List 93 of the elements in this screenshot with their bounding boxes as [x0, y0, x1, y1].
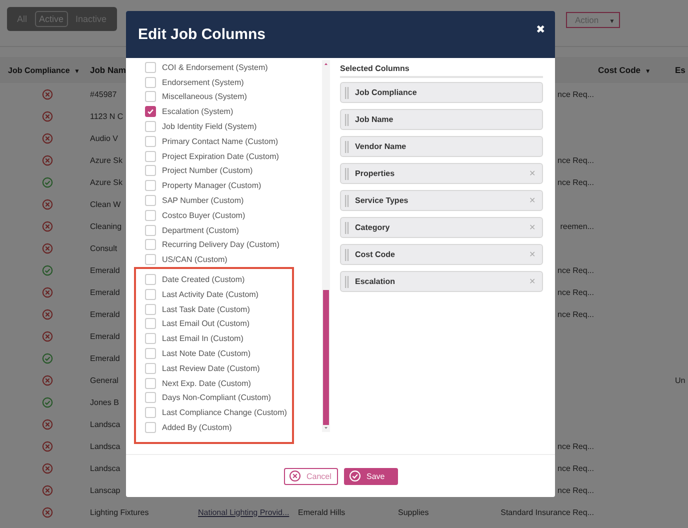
column-option[interactable]: Last Review Date (Custom): [162, 364, 260, 373]
save-button[interactable]: Save: [344, 468, 398, 484]
selected-column[interactable]: Properties ✕: [340, 163, 543, 184]
table-cell: nce Req...: [558, 486, 594, 494]
column-option[interactable]: Project Number (Custom): [162, 166, 253, 176]
column-option[interactable]: Costco Buyer (Custom): [162, 210, 246, 220]
table-cell: Landsca: [90, 420, 120, 428]
column-name: Vendor Name: [355, 142, 408, 151]
column-option[interactable]: Department (Custom): [162, 226, 239, 235]
table-cell: Azure Sk: [90, 178, 122, 186]
selected-column[interactable]: Service Types ✕: [340, 190, 543, 211]
table-cell: Standard Insurance Req...: [500, 508, 594, 516]
column-name: Cost Code: [355, 250, 396, 259]
drag-handle-icon[interactable]: [345, 114, 349, 126]
drag-handle-icon[interactable]: [345, 248, 349, 260]
table-cell: Lighting Fixtures: [90, 508, 149, 516]
table-cell: Un: [675, 376, 686, 384]
dialog-title: Edit Job Columns: [138, 26, 266, 43]
table-cell: #45987: [90, 90, 117, 98]
column-header[interactable]: Es: [670, 65, 688, 75]
table-cell: Clean W: [90, 200, 121, 208]
column-option[interactable]: SAP Number (Custom): [162, 196, 244, 206]
checkbox[interactable]: [145, 106, 156, 118]
column-option[interactable]: Endorsement (System): [162, 78, 244, 87]
table-cell: nce Req...: [558, 178, 594, 186]
table-cell: Landsca: [90, 464, 120, 472]
column-option[interactable]: Date Created (Custom): [162, 275, 245, 284]
column-name: Category: [355, 223, 391, 232]
table-cell: Emerald: [90, 310, 120, 318]
table-cell: nce Req...: [558, 464, 594, 472]
table-cell: Landsca: [90, 442, 120, 450]
table-cell: Supplies: [398, 508, 429, 516]
table-cell: reemen...: [560, 222, 594, 230]
column-option[interactable]: Last Email Out (Custom): [162, 319, 250, 328]
column-name: Properties: [355, 169, 396, 178]
column-option[interactable]: Days Non-Compliant (Custom): [162, 393, 271, 402]
selected-column[interactable]: Vendor Name: [340, 136, 543, 157]
table-cell: Jones B: [90, 398, 119, 406]
section-heading: Selected Columns: [340, 62, 543, 78]
column-option[interactable]: US/CAN (Custom): [162, 255, 228, 264]
table-cell: nce Req...: [558, 156, 594, 164]
column-option[interactable]: Escalation (System): [162, 107, 234, 116]
column-option[interactable]: Property Manager (Custom): [162, 181, 262, 190]
drag-handle-icon[interactable]: [345, 86, 349, 98]
table-cell: Azure Sk: [90, 156, 122, 164]
selected-column[interactable]: Cost Code ✕: [340, 244, 543, 265]
table-cell: Emerald: [90, 266, 120, 274]
column-option[interactable]: Added By (Custom): [162, 423, 232, 432]
column-option[interactable]: Last Task Date (Custom): [162, 304, 250, 314]
column-option[interactable]: Job Identity Field (System): [162, 122, 257, 132]
drag-handle-icon[interactable]: [345, 194, 349, 206]
column-option[interactable]: Last Compliance Change (Custom): [162, 408, 287, 418]
column-option[interactable]: Last Activity Date (Custom): [162, 290, 258, 299]
column-option[interactable]: Project Expiration Date (Custom): [162, 152, 279, 161]
column-name: Job Name: [355, 115, 394, 124]
table-cell: nce Req...: [558, 266, 594, 274]
close-button[interactable]: ✖: [534, 23, 547, 36]
table-cell: nce Req...: [558, 90, 594, 98]
drag-handle-icon[interactable]: [345, 140, 349, 152]
table-cell: nce Req...: [558, 310, 594, 318]
selected-column[interactable]: Job Name: [340, 109, 543, 130]
table-cell: Emerald: [90, 288, 120, 296]
table-cell: Emerald Hills: [298, 508, 346, 516]
column-option[interactable]: Next Exp. Date (Custom): [162, 378, 251, 388]
table-cell: nce Req...: [558, 442, 594, 450]
drag-handle-icon[interactable]: [345, 168, 349, 180]
column-option[interactable]: Primary Contact Name (Custom): [162, 136, 278, 146]
column-option[interactable]: Last Note Date (Custom): [162, 349, 250, 358]
table-cell: nce Req...: [558, 288, 594, 296]
close-circle-icon: [288, 470, 300, 482]
selected-column[interactable]: Category ✕: [340, 217, 543, 238]
table-cell: Emerald: [90, 354, 120, 362]
table-cell: Cleaning: [90, 222, 122, 230]
column-option[interactable]: Miscellaneous (System): [162, 92, 247, 102]
column-option[interactable]: Recurring Delivery Day (Custom): [162, 240, 280, 250]
table-cell: 1123 N C: [90, 112, 124, 120]
column-name: Job Compliance: [355, 88, 418, 97]
table-cell: Consult: [90, 244, 118, 252]
table-cell: General: [90, 376, 118, 384]
selected-column[interactable]: Job Compliance: [340, 82, 543, 103]
drag-handle-icon[interactable]: [345, 276, 349, 288]
drag-handle-icon[interactable]: [345, 222, 349, 234]
column-name: Service Types: [355, 196, 410, 205]
column-option[interactable]: COI & Endorsement (System): [162, 62, 268, 72]
table-cell: Emerald: [90, 332, 120, 340]
table-cell: Lanscap: [90, 486, 120, 494]
scrollbar[interactable]: [322, 60, 330, 432]
check-circle-icon: [348, 470, 360, 482]
column-name: Escalation: [355, 277, 396, 286]
table-cell: Audio V: [90, 134, 118, 142]
vendor-link[interactable]: National Lighting Provid...: [198, 508, 290, 516]
column-option[interactable]: Last Email In (Custom): [162, 334, 244, 344]
selected-column[interactable]: Escalation ✕: [340, 271, 543, 292]
